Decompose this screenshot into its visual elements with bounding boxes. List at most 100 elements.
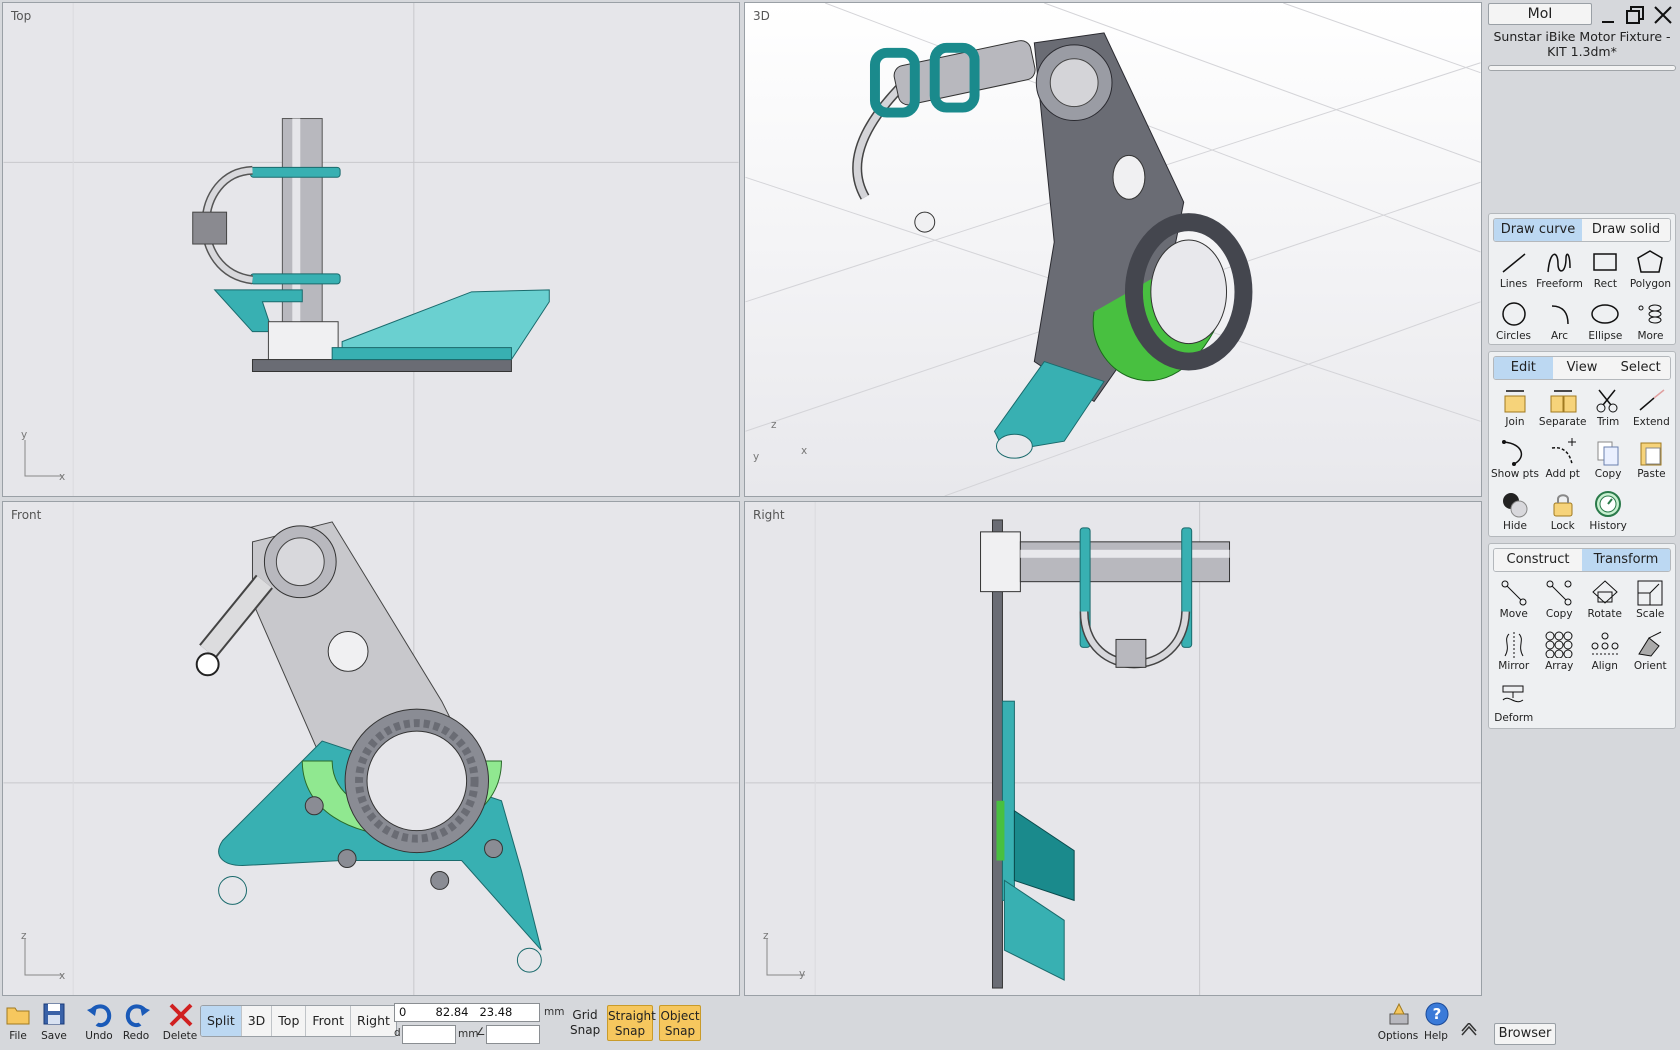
- transform-panel: Construct Transform Move Copy Rotate Sca…: [1488, 543, 1676, 729]
- browser-button[interactable]: Browser: [1494, 1023, 1556, 1045]
- show-points-tool[interactable]: Show pts: [1491, 434, 1539, 486]
- edit-panel: Edit View Select Join Separate Trim Exte…: [1488, 351, 1676, 537]
- distance-label: d: [394, 1027, 401, 1039]
- paste-tool[interactable]: Paste: [1630, 434, 1673, 486]
- front-view-model: [3, 502, 739, 995]
- axis-triad-top: [24, 440, 63, 477]
- axis-x-label: x: [59, 471, 66, 483]
- mirror-icon: [1504, 632, 1524, 658]
- circles-tool[interactable]: Circles: [1491, 296, 1536, 348]
- rotate-icon: [1592, 580, 1618, 604]
- axis-y-label: y: [21, 429, 28, 441]
- redo-button[interactable]: Redo: [116, 1000, 156, 1048]
- angle-input[interactable]: [486, 1025, 540, 1044]
- viewport-3d[interactable]: 3D z y x: [744, 2, 1482, 497]
- file-button[interactable]: File: [0, 1000, 38, 1048]
- viewport-top[interactable]: Top y x: [2, 2, 740, 497]
- coordinate-unit: mm: [544, 1006, 565, 1018]
- tab-transform[interactable]: Transform: [1582, 549, 1670, 571]
- deform-tool[interactable]: Deform: [1491, 678, 1537, 730]
- mirror-tool[interactable]: Mirror: [1491, 626, 1537, 678]
- separate-tool[interactable]: Separate: [1539, 382, 1586, 434]
- object-snap-toggle[interactable]: Object Snap: [659, 1005, 701, 1041]
- command-palette: MoI Sunstar iBike Motor Fixture - KIT 1.…: [1484, 0, 1680, 1050]
- align-icon: [1591, 632, 1619, 655]
- restore-icon[interactable]: [1624, 4, 1646, 26]
- copy-transform-icon: [1546, 580, 1572, 606]
- copy-transform-tool[interactable]: Copy: [1537, 574, 1583, 626]
- array-tool[interactable]: Array: [1537, 626, 1583, 678]
- extend-tool[interactable]: Extend: [1630, 382, 1673, 434]
- undo-button[interactable]: Undo: [79, 1000, 119, 1048]
- join-icon: [1504, 390, 1526, 413]
- add-point-tool[interactable]: Add pt: [1539, 434, 1587, 486]
- right-view-model: [745, 502, 1481, 995]
- more-tool[interactable]: More: [1628, 296, 1673, 348]
- tab-select[interactable]: Select: [1611, 357, 1670, 379]
- file-title: Sunstar iBike Motor Fixture - KIT 1.3dm*: [1493, 29, 1671, 59]
- help-icon: ?: [1425, 1002, 1449, 1026]
- hide-tool[interactable]: Hide: [1491, 486, 1539, 538]
- tab-construct[interactable]: Construct: [1494, 549, 1582, 571]
- axis-x-label: x: [59, 970, 66, 982]
- viewport-front[interactable]: Front z x: [2, 501, 740, 996]
- draw-panel: Draw curve Draw solid Lines Freeform Rec…: [1488, 213, 1676, 345]
- circle-icon: [1501, 302, 1526, 326]
- view-split-button[interactable]: Split: [201, 1006, 242, 1036]
- arc-tool[interactable]: Arc: [1536, 296, 1583, 348]
- scale-tool[interactable]: Scale: [1628, 574, 1674, 626]
- freeform-tool[interactable]: Freeform: [1536, 244, 1583, 296]
- array-icon: [1545, 631, 1573, 658]
- collapse-chevron-icon[interactable]: [1460, 1023, 1478, 1037]
- tab-edit[interactable]: Edit: [1494, 357, 1553, 379]
- axis-triad-right: [766, 939, 805, 976]
- lock-tool[interactable]: Lock: [1539, 486, 1587, 538]
- svg-text:?: ?: [1433, 1005, 1442, 1023]
- scale-icon: [1637, 580, 1663, 606]
- save-button[interactable]: Save: [34, 1000, 74, 1048]
- orient-tool[interactable]: Orient: [1628, 626, 1674, 678]
- view-front-button[interactable]: Front: [306, 1006, 352, 1036]
- history-tool[interactable]: History: [1586, 486, 1629, 538]
- ellipse-tool[interactable]: Ellipse: [1583, 296, 1628, 348]
- coordinate-input[interactable]: 0 82.84 23.48: [394, 1003, 540, 1022]
- tab-draw-solid[interactable]: Draw solid: [1582, 219, 1670, 241]
- close-icon[interactable]: [1652, 4, 1674, 26]
- straight-snap-toggle[interactable]: Straight Snap: [607, 1005, 656, 1041]
- tab-draw-curve[interactable]: Draw curve: [1494, 219, 1582, 241]
- lines-tool[interactable]: Lines: [1491, 244, 1536, 296]
- paste-icon: [1640, 442, 1662, 466]
- top-view-model: [3, 3, 739, 496]
- axis-triad-front: [24, 939, 63, 976]
- join-tool[interactable]: Join: [1491, 382, 1539, 434]
- copy-tool[interactable]: Copy: [1586, 434, 1629, 486]
- hide-icon: [1502, 493, 1528, 518]
- grid-snap-toggle[interactable]: Grid Snap: [570, 1005, 600, 1041]
- arc-icon: [1552, 305, 1570, 325]
- transform-tabs: Construct Transform: [1493, 548, 1671, 572]
- folder-icon: [6, 1007, 30, 1025]
- move-tool[interactable]: Move: [1491, 574, 1537, 626]
- polygon-tool[interactable]: Polygon: [1628, 244, 1673, 296]
- view-right-button[interactable]: Right: [351, 1006, 396, 1036]
- view-top-button[interactable]: Top: [272, 1006, 307, 1036]
- minimize-icon[interactable]: [1598, 6, 1618, 26]
- align-tool[interactable]: Align: [1582, 626, 1628, 678]
- history-icon: [1595, 491, 1622, 517]
- rotate-tool[interactable]: Rotate: [1582, 574, 1628, 626]
- spiral-icon: [1638, 304, 1662, 324]
- line-icon: [1502, 253, 1526, 273]
- tab-view[interactable]: View: [1552, 357, 1612, 379]
- trim-tool[interactable]: Trim: [1586, 382, 1629, 434]
- delete-icon: [169, 1003, 193, 1027]
- viewport-right[interactable]: Right z y: [744, 501, 1482, 996]
- redo-icon: [125, 1004, 150, 1028]
- options-button[interactable]: Options: [1378, 1000, 1418, 1048]
- view-3d-button[interactable]: 3D: [242, 1006, 273, 1036]
- moi-menu-button[interactable]: MoI: [1488, 3, 1592, 25]
- help-button[interactable]: ? Help: [1416, 1000, 1456, 1048]
- rect-tool[interactable]: Rect: [1583, 244, 1628, 296]
- polygon-icon: [1637, 250, 1664, 273]
- distance-input[interactable]: [402, 1025, 456, 1044]
- delete-button[interactable]: Delete: [160, 1000, 200, 1048]
